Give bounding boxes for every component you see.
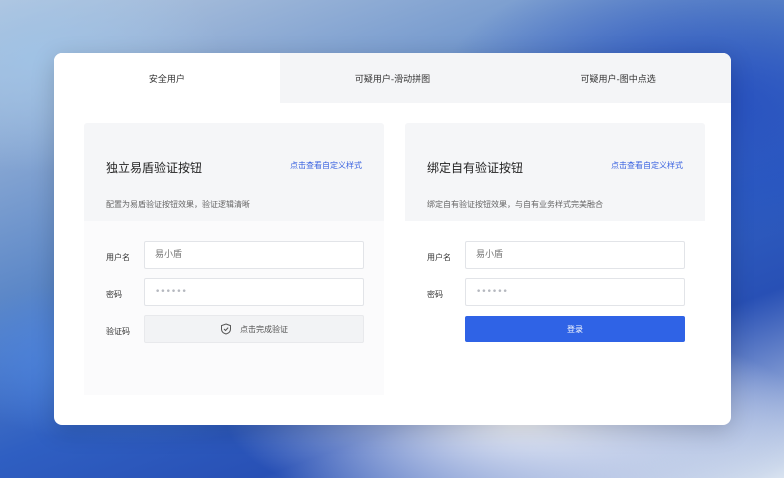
panel-title: 绑定自有验证按钮	[427, 161, 524, 175]
username-label: 用户名	[106, 253, 130, 262]
bound-captcha-panel: 绑定自有验证按钮 点击查看自定义样式 绑定自有验证按钮效果，与自有业务样式完美融…	[405, 123, 705, 395]
captcha-label: 验证码	[106, 327, 130, 336]
password-label: 密码	[427, 290, 443, 299]
username-input[interactable]	[144, 241, 364, 269]
captcha-button-label: 点击完成验证	[240, 324, 288, 334]
password-label: 密码	[106, 290, 122, 299]
tab-safe-user[interactable]: 安全用户	[54, 53, 280, 103]
tab-suspicious-slide-puzzle[interactable]: 可疑用户-滑动拼图	[280, 53, 506, 103]
shield-icon	[220, 323, 232, 335]
username-label: 用户名	[427, 253, 451, 262]
login-form: 用户名 密码 •••••• 验证码 点击完成验证	[84, 221, 384, 395]
tab-suspicious-click-select[interactable]: 可疑用户-图中点选	[505, 53, 731, 103]
panel-title: 独立易盾验证按钮	[106, 161, 203, 175]
panel-description: 绑定自有验证按钮效果，与自有业务样式完美融合	[427, 200, 603, 209]
tab-bar: 安全用户 可疑用户-滑动拼图 可疑用户-图中点选	[54, 53, 731, 103]
custom-style-link[interactable]: 点击查看自定义样式	[611, 160, 683, 171]
captcha-verify-button[interactable]: 点击完成验证	[144, 315, 364, 343]
login-form: 用户名 密码 •••••• 登录	[405, 221, 705, 395]
login-button[interactable]: 登录	[465, 316, 685, 342]
password-input[interactable]: ••••••	[465, 278, 685, 306]
password-input[interactable]: ••••••	[144, 278, 364, 306]
panel-description: 配置为易盾验证按钮效果，验证逻辑清晰	[106, 200, 250, 209]
demo-card: 安全用户 可疑用户-滑动拼图 可疑用户-图中点选 独立易盾验证按钮 点击查看自定…	[54, 53, 731, 425]
independent-captcha-panel: 独立易盾验证按钮 点击查看自定义样式 配置为易盾验证按钮效果，验证逻辑清晰 用户…	[84, 123, 384, 395]
custom-style-link[interactable]: 点击查看自定义样式	[290, 160, 362, 171]
username-input[interactable]	[465, 241, 685, 269]
